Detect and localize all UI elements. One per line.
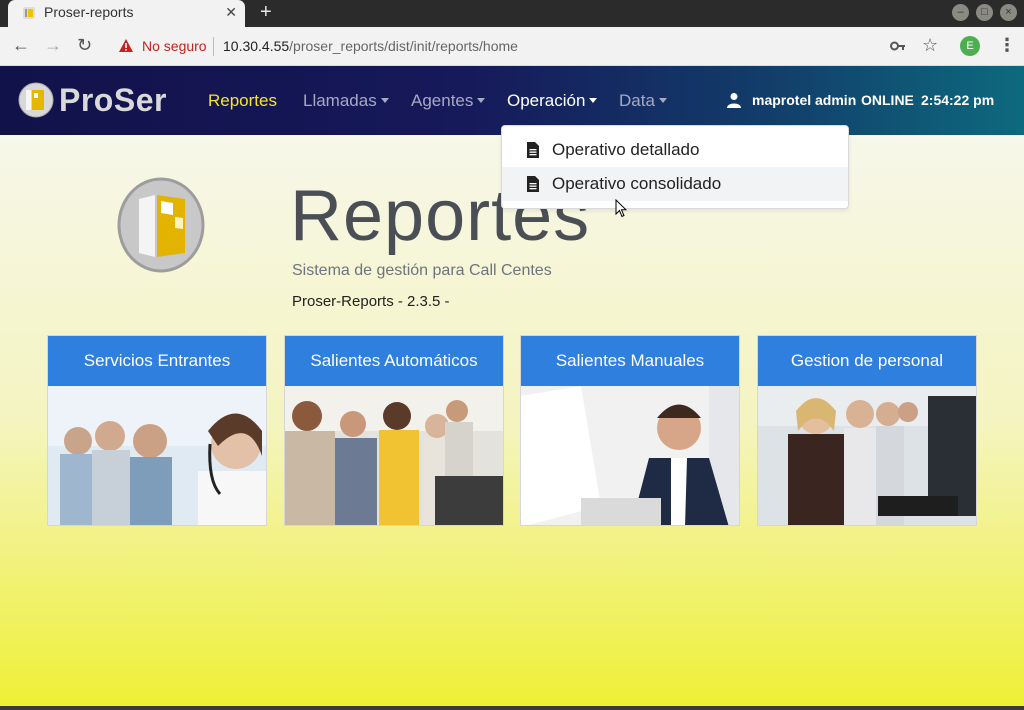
nav-data[interactable]: Data [619, 91, 667, 111]
close-tab-icon[interactable]: ✕ [225, 4, 237, 21]
nav-reportes-label: Reportes [208, 91, 277, 110]
brand-name[interactable]: ProSer [59, 82, 167, 119]
nav-agentes[interactable]: Agentes [411, 91, 486, 111]
card-title[interactable]: Salientes Manuales [521, 336, 739, 386]
menu-item-label: Operativo detallado [552, 140, 700, 159]
nav-operacion[interactable]: Operación [507, 91, 598, 111]
mouse-cursor-icon [615, 199, 627, 218]
main-content: Reportes Sistema de gestión para Call Ce… [0, 135, 1024, 710]
proser-favicon-icon [23, 7, 35, 19]
card-salientes-automaticos[interactable]: Salientes Automáticos [284, 335, 504, 526]
call-center-agents-photo[interactable] [48, 386, 267, 526]
address-bar[interactable]: 10.30.4.55/proser_reports/dist/init/repo… [223, 38, 518, 54]
menu-item-label: Operativo consolidado [552, 174, 722, 193]
security-status[interactable]: No seguro [142, 38, 207, 54]
new-tab-button[interactable]: + [260, 1, 272, 24]
reload-icon[interactable]: ↻ [77, 35, 92, 56]
card-gestion-de-personal[interactable]: Gestion de personal [757, 335, 977, 526]
call-center-team-photo[interactable] [285, 386, 504, 526]
warning-icon[interactable] [118, 38, 134, 53]
address-separator [213, 37, 214, 56]
card-title[interactable]: Servicios Entrantes [48, 336, 266, 386]
tab-title: Proser-reports [44, 4, 134, 20]
minimize-window-button[interactable]: – [952, 4, 969, 21]
key-icon[interactable] [890, 39, 906, 53]
bookmark-star-icon[interactable]: ☆ [922, 35, 938, 56]
card-title[interactable]: Salientes Automáticos [285, 336, 503, 386]
proser-logo-icon[interactable] [18, 82, 54, 118]
close-window-button[interactable]: × [1000, 4, 1017, 21]
forward-arrow-icon[interactable]: → [44, 35, 62, 56]
caret-down-icon [589, 97, 598, 103]
hero-subtitle: Sistema de gestión para Call Centes [292, 262, 552, 279]
back-arrow-icon[interactable]: ← [12, 35, 30, 56]
menu-item-operativo-consolidado[interactable]: Operativo consolidado [502, 167, 848, 201]
agent-with-headset-photo[interactable] [521, 386, 740, 526]
user-icon [727, 93, 741, 108]
user-name[interactable]: maprotel admin [752, 92, 856, 108]
caret-down-icon [658, 97, 667, 103]
url-host: 10.30.4.55 [223, 38, 290, 54]
menu-item-operativo-detallado[interactable]: Operativo detallado [502, 133, 848, 167]
file-icon [527, 176, 539, 192]
maximize-window-button[interactable]: □ [976, 4, 993, 21]
nav-data-label: Data [619, 91, 655, 110]
online-status: ONLINE [861, 92, 914, 108]
office-agents-photo[interactable] [758, 386, 977, 526]
nav-llamadas[interactable]: Llamadas [303, 91, 389, 111]
nav-reportes[interactable]: Reportes [208, 91, 277, 111]
file-icon [527, 142, 539, 158]
browser-tab-strip: Proser-reports ✕ + – □ × [0, 0, 1024, 27]
nav-agentes-label: Agentes [411, 91, 474, 110]
browser-toolbar: ← → ↻ No seguro 10.30.4.55/proser_report… [0, 27, 1024, 66]
caret-down-icon [380, 97, 389, 103]
card-salientes-manuales[interactable]: Salientes Manuales [520, 335, 740, 526]
caret-down-icon [477, 97, 486, 103]
url-path: /proser_reports/dist/init/reports/home [289, 38, 518, 54]
app-version: Proser-Reports - 2.3.5 - [292, 293, 450, 310]
card-title[interactable]: Gestion de personal [758, 336, 976, 386]
window-bottom-edge [0, 706, 1024, 710]
nav-llamadas-label: Llamadas [303, 91, 377, 110]
menu-dots-icon[interactable]: ⋮ [998, 35, 1016, 56]
browser-tab[interactable]: Proser-reports ✕ [8, 0, 245, 27]
nav-operacion-label: Operación [507, 91, 586, 110]
proser-hero-logo [117, 177, 205, 273]
card-servicios-entrantes[interactable]: Servicios Entrantes [47, 335, 267, 526]
profile-avatar[interactable]: E [960, 36, 980, 56]
operacion-dropdown-menu: Operativo detallado Operativo consolidad… [501, 125, 849, 209]
clock-time: 2:54:22 pm [921, 92, 995, 108]
